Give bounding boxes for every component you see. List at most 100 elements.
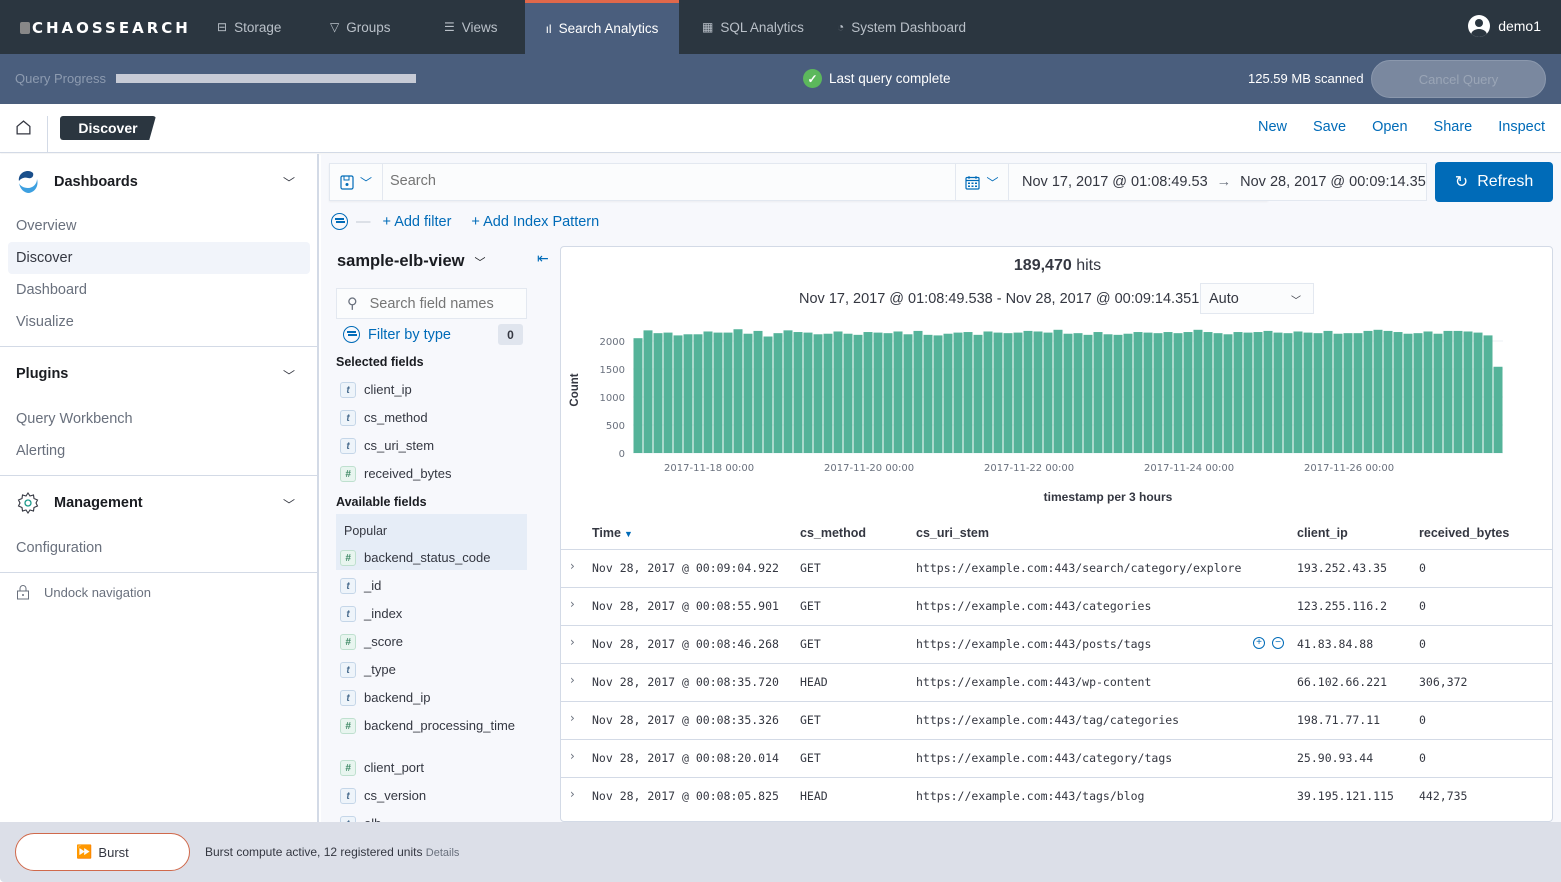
column-header-time[interactable]: Time ▼: [592, 526, 633, 540]
field-search: ⚲: [336, 288, 527, 319]
y-tick-label: 1500: [600, 365, 625, 376]
histogram-bar: [1203, 332, 1213, 453]
field-item[interactable]: t _index: [340, 606, 525, 622]
field-item[interactable]: # backend_status_code: [340, 550, 525, 566]
user-menu[interactable]: demo1: [1468, 15, 1541, 37]
filter-icon: ▽: [330, 20, 340, 34]
sidebar-item-overview[interactable]: Overview: [8, 210, 310, 242]
undock-navigation-button[interactable]: Undock navigation: [16, 584, 151, 600]
nav-views[interactable]: ☰ Views: [444, 0, 498, 54]
field-item[interactable]: # client_port: [340, 760, 525, 776]
table-cell: 123.255.116.2: [1297, 599, 1388, 613]
expand-row-icon[interactable]: ›: [570, 597, 575, 611]
section-plugins-header[interactable]: Plugins: [16, 366, 68, 382]
histogram-bar: [1213, 333, 1223, 453]
home-icon[interactable]: [15, 119, 32, 136]
collapse-sidebar-icon[interactable]: ⇤: [537, 250, 549, 267]
chevron-down-icon[interactable]: ﹀: [283, 367, 295, 384]
nav-sql-analytics[interactable]: ▦ SQL Analytics: [702, 0, 804, 54]
index-pattern-selector[interactable]: sample-elb-view ﹀: [337, 252, 485, 271]
sidebar-item-discover[interactable]: Discover: [8, 242, 310, 274]
filter-options-icon[interactable]: [331, 213, 348, 230]
save-link[interactable]: Save: [1313, 119, 1346, 135]
field-item[interactable]: t cs_method: [340, 410, 525, 426]
new-link[interactable]: New: [1258, 119, 1287, 135]
bar-chart-icon: ıl: [545, 21, 552, 36]
field-item[interactable]: t _id: [340, 578, 525, 594]
fast-forward-icon: ⏩: [76, 844, 93, 859]
field-item[interactable]: t cs_version: [340, 788, 525, 804]
nav-storage[interactable]: ⊟ Storage: [217, 0, 281, 54]
histogram-bar: [943, 333, 953, 453]
filter-count-badge: 0: [498, 324, 523, 345]
quick-date-menu-button[interactable]: ﹀: [956, 164, 1009, 200]
number-field-icon: #: [340, 760, 356, 776]
column-header-client-ip[interactable]: client_ip: [1297, 526, 1348, 540]
field-item[interactable]: # backend_processing_time: [340, 718, 525, 734]
available-fields-title: Available fields: [336, 495, 427, 509]
chaossearch-logo[interactable]: CHAOSSEARCH: [20, 19, 191, 37]
interval-select[interactable]: Auto ﹀: [1200, 283, 1314, 314]
start-date-button[interactable]: Nov 17, 2017 @ 01:08:49.53: [1022, 174, 1208, 190]
sidebar-item-alerting[interactable]: Alerting: [8, 435, 310, 467]
histogram-bar: [1333, 333, 1343, 453]
expand-row-icon[interactable]: ›: [570, 787, 575, 801]
field-search-input[interactable]: [369, 295, 520, 312]
breadcrumb-discover[interactable]: Discover: [60, 116, 156, 140]
field-item[interactable]: t backend_ip: [340, 690, 525, 706]
sidebar-item-configuration[interactable]: Configuration: [8, 532, 310, 564]
chevron-down-icon[interactable]: ﹀: [283, 496, 295, 513]
nav-search-analytics[interactable]: ıl Search Analytics: [525, 0, 679, 54]
histogram-bar: [643, 330, 653, 453]
refresh-button[interactable]: ↻ Refresh: [1435, 162, 1553, 202]
expand-row-icon[interactable]: ›: [570, 711, 575, 725]
field-item[interactable]: # _score: [340, 634, 525, 650]
nav-system-dashboard[interactable]: ◔ System Dashboard: [837, 0, 966, 54]
histogram-bar: [1433, 333, 1443, 453]
field-item[interactable]: # received_bytes: [340, 466, 525, 482]
query-status: ✓ Last query complete: [803, 69, 951, 88]
open-link[interactable]: Open: [1372, 119, 1407, 135]
field-item[interactable]: t client_ip: [340, 382, 525, 398]
string-field-icon: t: [340, 606, 356, 622]
filter-out-value-icon[interactable]: −: [1272, 637, 1284, 649]
details-link[interactable]: Details: [426, 847, 460, 859]
share-link[interactable]: Share: [1434, 119, 1473, 135]
nav-groups[interactable]: ▽ Groups: [330, 0, 391, 54]
sidebar-item-visualize[interactable]: Visualize: [8, 306, 310, 338]
column-header-cs-uri-stem[interactable]: cs_uri_stem: [916, 526, 989, 540]
inspect-link[interactable]: Inspect: [1498, 119, 1545, 135]
popular-label: Popular: [344, 524, 388, 538]
histogram-bar: [1233, 332, 1243, 453]
search-input[interactable]: [390, 173, 890, 189]
field-item[interactable]: t cs_uri_stem: [340, 438, 525, 454]
add-filter-link[interactable]: + Add filter: [383, 214, 452, 230]
field-name: cs_method: [364, 410, 428, 425]
section-management-header[interactable]: Management: [16, 491, 143, 515]
saved-queries-button[interactable]: ﹀: [330, 164, 383, 200]
chevron-down-icon: ﹀: [474, 256, 486, 269]
column-header-cs-method[interactable]: cs_method: [800, 526, 866, 540]
table-cell: 0: [1419, 599, 1426, 613]
chevron-down-icon[interactable]: ﹀: [283, 174, 295, 191]
burst-button[interactable]: ⏩ Burst: [15, 833, 190, 871]
histogram-bar: [813, 334, 823, 453]
filter-for-value-icon[interactable]: +: [1253, 637, 1265, 649]
field-item[interactable]: t _type: [340, 662, 525, 678]
expand-row-icon[interactable]: ›: [570, 749, 575, 763]
column-header-received-bytes[interactable]: received_bytes: [1419, 526, 1509, 540]
expand-row-icon[interactable]: ›: [570, 559, 575, 573]
cancel-query-button[interactable]: Cancel Query: [1371, 60, 1546, 98]
add-index-pattern-link[interactable]: + Add Index Pattern: [471, 214, 599, 230]
section-dashboards-header[interactable]: Dashboards: [16, 170, 138, 194]
sidebar-item-dashboard[interactable]: Dashboard: [8, 274, 310, 306]
sort-desc-icon[interactable]: ▼: [624, 529, 633, 539]
sidebar-item-query-workbench[interactable]: Query Workbench: [8, 403, 310, 435]
end-date-button[interactable]: Nov 28, 2017 @ 00:09:14.35: [1240, 174, 1426, 190]
storage-icon: ⊟: [217, 20, 228, 34]
histogram-bar: [1163, 332, 1173, 453]
expand-row-icon[interactable]: ›: [570, 635, 575, 649]
filter-by-type-button[interactable]: Filter by type: [343, 326, 451, 343]
expand-row-icon[interactable]: ›: [570, 673, 575, 687]
histogram-bar: [823, 333, 833, 453]
